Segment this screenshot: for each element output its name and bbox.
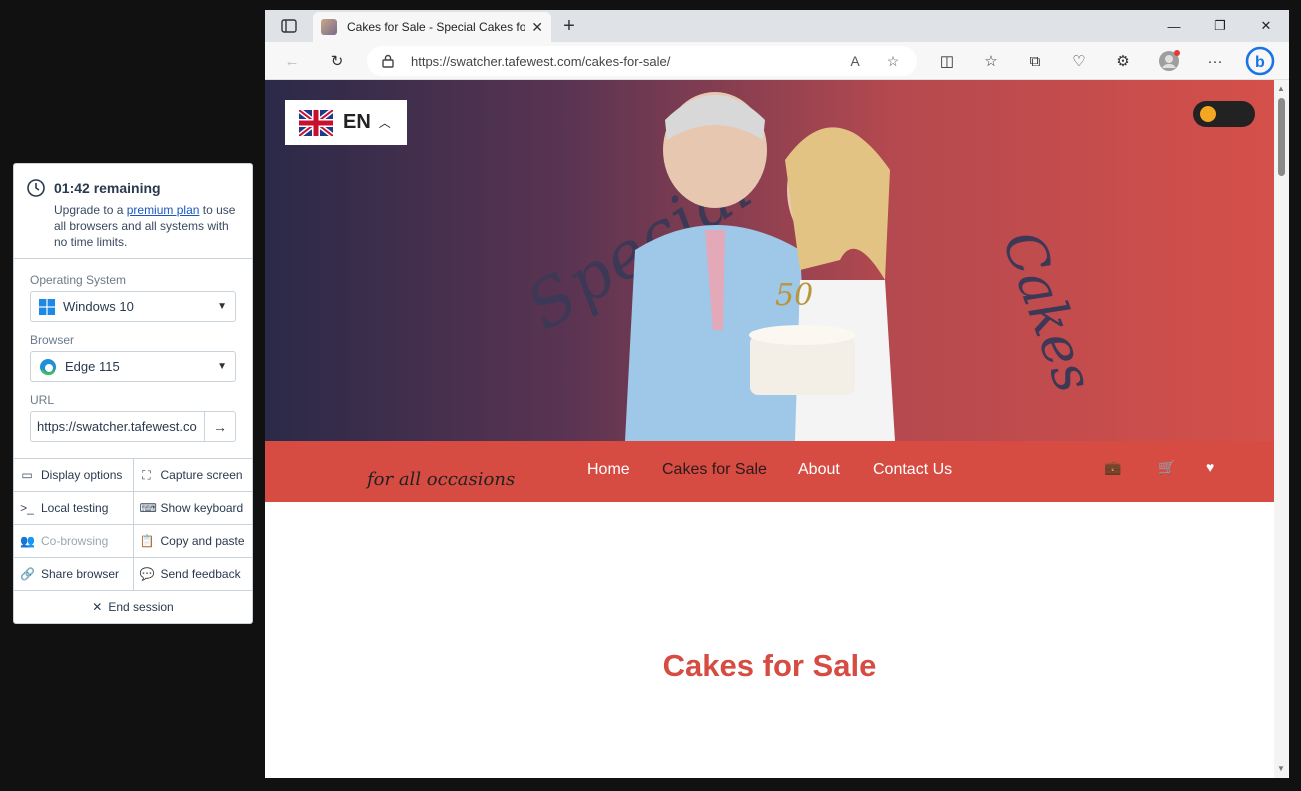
briefcase-icon[interactable]: 💼 xyxy=(1104,459,1121,476)
users-icon: 👥 xyxy=(20,534,35,548)
windows-icon xyxy=(39,298,55,315)
scroll-thumb[interactable] xyxy=(1278,98,1285,176)
back-button[interactable]: ← xyxy=(279,49,305,73)
nav-contact-us[interactable]: Contact Us xyxy=(873,461,952,479)
os-select[interactable]: Windows 10 ▼ xyxy=(30,291,236,322)
clock-icon xyxy=(27,179,45,197)
minimize-button[interactable]: — xyxy=(1151,10,1197,42)
hero-script-cakes: Cakes xyxy=(989,222,1106,401)
browser-value: Edge 115 xyxy=(65,359,120,374)
chat-icon: 💬 xyxy=(139,567,155,581)
profile-icon xyxy=(1159,50,1180,71)
arrow-right-icon: → xyxy=(213,418,227,435)
session-panel: 01:42 remaining Upgrade to a premium pla… xyxy=(13,163,253,624)
hero-banner: Special Cakes 50 EN ︿ xyxy=(265,80,1274,441)
end-session-button[interactable]: ✕ End session xyxy=(14,590,252,623)
chevron-up-icon: ︿ xyxy=(378,116,391,130)
site-tagline: for all occasions xyxy=(367,469,516,490)
profile-avatar[interactable] xyxy=(1156,49,1182,73)
refresh-button[interactable]: ↻ xyxy=(324,49,350,73)
share-browser-button[interactable]: 🔗 Share browser xyxy=(14,558,133,590)
heart-icon[interactable]: ♥ xyxy=(1206,459,1214,475)
link-icon: 🔗 xyxy=(20,567,35,581)
scroll-up-icon[interactable]: ▲ xyxy=(1277,84,1285,93)
lock-icon xyxy=(382,54,394,68)
os-label: Operating System xyxy=(30,273,127,287)
session-timer: 01:42 remaining Upgrade to a premium pla… xyxy=(26,178,242,250)
upgrade-message: Upgrade to a premium plan to use all bro… xyxy=(54,203,236,249)
tab-actions-button[interactable] xyxy=(275,16,303,36)
hero-couple-image: 50 xyxy=(625,92,895,441)
copilot-icon: b xyxy=(1245,46,1275,76)
language-code: EN xyxy=(343,111,371,133)
cart-icon[interactable]: 🛒 xyxy=(1158,459,1175,476)
site-favicon-icon xyxy=(321,19,337,35)
tab-title: Cakes for Sale - Special Cakes for xyxy=(347,20,526,34)
timer-text: 01:42 remaining xyxy=(54,180,161,196)
close-window-button[interactable]: ✕ xyxy=(1243,10,1289,42)
tab-bar: Cakes for Sale - Special Cakes for ✕ + —… xyxy=(265,10,1289,42)
page-title: Cakes for Sale xyxy=(662,648,877,683)
clipboard-icon: 📋 xyxy=(139,534,155,548)
site-nav: for all occasions Home Cakes for Sale Ab… xyxy=(265,441,1274,502)
new-tab-button[interactable]: + xyxy=(557,15,581,37)
chevron-down-icon: ▼ xyxy=(217,361,227,372)
page-viewport: Special Cakes 50 EN ︿ xyxy=(265,80,1274,778)
close-icon: ✕ xyxy=(92,600,103,614)
language-selector[interactable]: EN ︿ xyxy=(285,100,407,145)
address-url: https://swatcher.tafewest.com/cakes-for-… xyxy=(411,53,671,69)
url-input[interactable] xyxy=(31,412,204,441)
terminal-icon: >_ xyxy=(20,501,34,515)
copy-paste-button[interactable]: 📋 Copy and paste xyxy=(132,525,253,557)
read-aloud-icon[interactable]: A xyxy=(845,53,865,69)
split-screen-button[interactable]: ◫ xyxy=(934,49,960,73)
uk-flag-icon xyxy=(299,109,333,136)
toggle-knob xyxy=(1200,106,1216,122)
url-label: URL xyxy=(30,393,55,407)
nav-home[interactable]: Home xyxy=(587,461,630,479)
favorite-star-icon[interactable]: ☆ xyxy=(883,53,903,70)
browser-select[interactable]: Edge 115 ▼ xyxy=(30,351,236,382)
close-tab-icon[interactable]: ✕ xyxy=(531,19,543,36)
monitor-icon: ▭ xyxy=(21,468,33,482)
copilot-button[interactable]: b xyxy=(1245,46,1275,76)
edge-icon xyxy=(40,358,56,375)
action-grid: ▭ Display options ⛶ Capture screen >_ Local… xyxy=(14,458,252,623)
keyboard-icon: ⌨ xyxy=(139,501,157,515)
tab-cakes-for-sale[interactable]: Cakes for Sale - Special Cakes for ✕ xyxy=(313,12,551,42)
svg-text:b: b xyxy=(1255,54,1265,71)
capture-screen-button[interactable]: ⛶ Capture screen xyxy=(132,459,253,491)
url-row: → xyxy=(30,411,236,442)
restore-button[interactable]: ❐ xyxy=(1197,10,1243,42)
os-value: Windows 10 xyxy=(63,299,134,314)
co-browsing-button: 👥 Co-browsing xyxy=(20,534,109,548)
go-button[interactable]: → xyxy=(204,412,235,441)
favorites-icon[interactable]: ☆ xyxy=(978,49,1004,73)
browser-toolbar: ← ↻ https://swatcher.tafewest.com/cakes-… xyxy=(265,42,1289,80)
address-bar[interactable]: https://swatcher.tafewest.com/cakes-for-… xyxy=(367,46,917,76)
browser-window: Cakes for Sale - Special Cakes for ✕ + —… xyxy=(265,10,1289,778)
more-menu-icon[interactable]: ··· xyxy=(1202,49,1228,73)
premium-plan-link[interactable]: premium plan xyxy=(127,203,200,217)
svg-text:50: 50 xyxy=(775,278,813,313)
browser-essentials-icon[interactable]: ♡ xyxy=(1066,49,1092,73)
scroll-down-icon[interactable]: ▼ xyxy=(1277,764,1285,773)
browser-label: Browser xyxy=(30,333,75,347)
tab-actions-icon xyxy=(281,19,297,33)
nav-cakes-for-sale[interactable]: Cakes for Sale xyxy=(662,461,767,479)
page-scrollbar[interactable]: ▲ ▼ xyxy=(1274,80,1289,778)
display-options-button[interactable]: ▭ Display options xyxy=(14,459,133,491)
extensions-icon[interactable]: ⚙ xyxy=(1110,49,1136,73)
local-testing-button[interactable]: >_ Local testing xyxy=(14,492,133,524)
collections-icon[interactable]: ⧉ xyxy=(1022,49,1048,73)
send-feedback-button[interactable]: 💬 Send feedback xyxy=(132,558,253,590)
show-keyboard-button[interactable]: ⌨ Show keyboard xyxy=(132,492,253,524)
capture-icon: ⛶ xyxy=(142,467,151,482)
chevron-down-icon: ▼ xyxy=(217,301,227,312)
divider xyxy=(14,258,252,259)
dark-mode-toggle[interactable] xyxy=(1193,101,1255,127)
nav-about[interactable]: About xyxy=(798,461,840,479)
